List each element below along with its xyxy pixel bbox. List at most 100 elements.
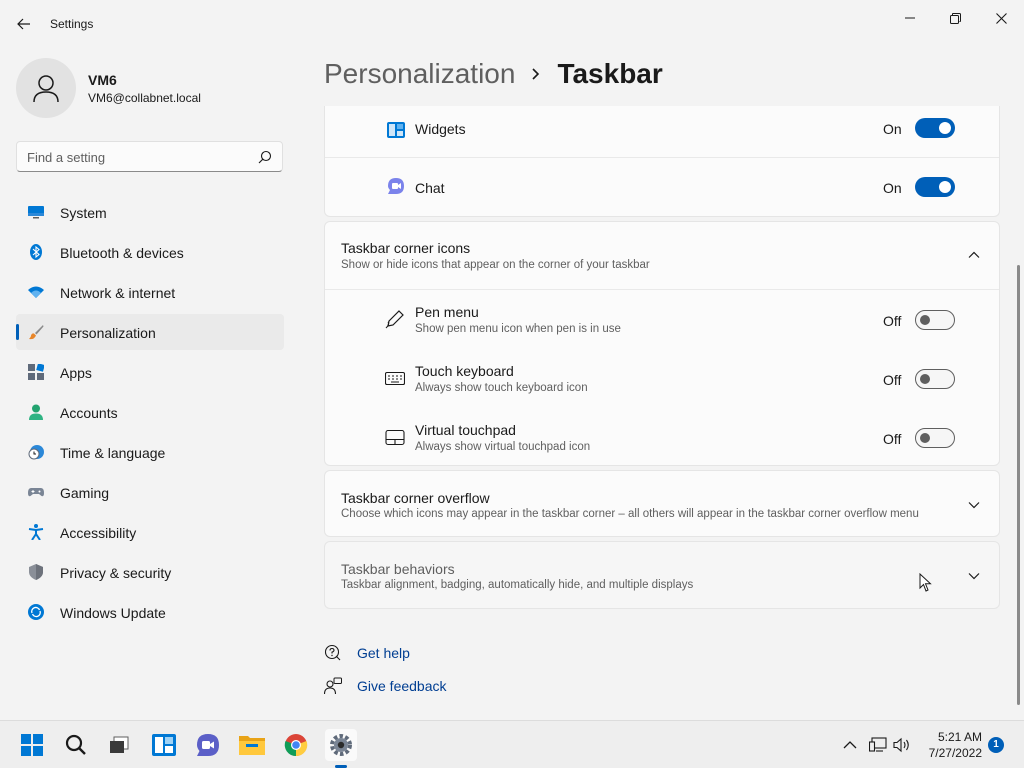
user-name: VM6: [88, 72, 117, 88]
gamepad-icon: [28, 488, 44, 497]
toggle-state-label: Off: [883, 313, 902, 329]
sidebar-item-time-language[interactable]: Time & language: [16, 434, 284, 470]
minimize-icon: [905, 17, 915, 19]
toggle-state-label: On: [883, 180, 902, 196]
window-title: Settings: [50, 17, 94, 31]
widgets-row: Widgets On: [325, 106, 999, 158]
toggle-state-label: On: [883, 121, 902, 137]
file-explorer-button[interactable]: [236, 729, 268, 761]
wifi-icon: [28, 286, 44, 298]
sidebar-item-accounts[interactable]: Accounts: [16, 394, 284, 430]
sidebar-item-system[interactable]: System: [16, 194, 284, 230]
taskbar-chat-button[interactable]: [192, 729, 224, 761]
feedback-icon: [324, 677, 342, 695]
sidebar-item-privacy[interactable]: Privacy & security: [16, 554, 284, 590]
breadcrumb-parent[interactable]: Personalization: [324, 58, 515, 90]
minimize-button[interactable]: [887, 4, 933, 32]
notification-badge[interactable]: 1: [988, 737, 1004, 753]
get-help-link[interactable]: Get help: [324, 642, 464, 664]
paintbrush-icon: [29, 325, 44, 340]
pen-menu-row: Pen menu Show pen menu icon when pen is …: [325, 290, 999, 349]
virtual-touchpad-toggle[interactable]: [915, 428, 955, 448]
chevron-down-icon[interactable]: [967, 569, 981, 583]
maximize-button[interactable]: [932, 4, 978, 32]
search-box[interactable]: [16, 141, 283, 172]
behaviors-card[interactable]: Taskbar behaviors Taskbar alignment, bad…: [324, 541, 1000, 609]
corner-overflow-card[interactable]: Taskbar corner overflow Choose which ico…: [324, 470, 1000, 537]
section-title: Taskbar corner icons: [341, 240, 471, 256]
sidebar-item-bluetooth[interactable]: Bluetooth & devices: [16, 234, 284, 270]
search-input[interactable]: [27, 148, 247, 166]
bluetooth-icon: [30, 244, 42, 260]
shield-icon: [29, 564, 43, 580]
sidebar-item-windows-update[interactable]: Windows Update: [16, 594, 284, 630]
sidebar-item-label: Personalization: [60, 325, 156, 341]
show-hidden-icons-button[interactable]: [840, 735, 860, 755]
clock-date: 7/27/2022: [928, 746, 982, 760]
chat-icon: [388, 178, 404, 194]
person-icon: [33, 75, 59, 103]
taskbar-search-button[interactable]: [60, 729, 92, 761]
page-title: Taskbar: [557, 58, 663, 89]
section-title: Taskbar behaviors: [341, 561, 455, 577]
chevron-down-icon[interactable]: [967, 498, 981, 512]
give-feedback-link[interactable]: Give feedback: [324, 675, 464, 697]
taskbar-items-card: Widgets On Chat On: [324, 106, 1000, 217]
chevron-up-icon[interactable]: [967, 248, 981, 262]
chevron-right-icon: [532, 68, 540, 80]
settings-icon: [330, 734, 352, 756]
sidebar-item-network[interactable]: Network & internet: [16, 274, 284, 310]
chat-icon: [197, 734, 219, 756]
taskbar-widgets-button[interactable]: [148, 729, 180, 761]
person-icon: [29, 404, 43, 420]
pen-menu-toggle[interactable]: [915, 310, 955, 330]
touch-keyboard-toggle[interactable]: [915, 369, 955, 389]
virtual-touchpad-row: Virtual touchpad Always show virtual tou…: [325, 408, 999, 467]
task-view-button[interactable]: [103, 729, 135, 761]
avatar: [16, 58, 76, 118]
sidebar-item-label: Apps: [60, 365, 92, 381]
network-icon: [869, 737, 887, 752]
corner-icons-card: Taskbar corner icons Show or hide icons …: [324, 221, 1000, 466]
link-text: Give feedback: [357, 678, 447, 694]
sidebar-item-label: System: [60, 205, 107, 221]
search-icon[interactable]: [258, 150, 272, 164]
sidebar-item-personalization[interactable]: Personalization: [16, 314, 284, 350]
pen-icon: [385, 310, 404, 329]
back-arrow-icon: [17, 18, 30, 30]
volume-tray-button[interactable]: [892, 735, 912, 755]
widgets-icon: [387, 122, 405, 138]
scrollbar[interactable]: [1017, 265, 1020, 705]
row-title: Virtual touchpad: [415, 422, 516, 438]
breadcrumb-separator: [531, 67, 541, 81]
close-button[interactable]: [978, 4, 1024, 32]
sidebar-item-accessibility[interactable]: Accessibility: [16, 514, 284, 550]
chat-toggle[interactable]: [915, 177, 955, 197]
row-subtitle: Always show touch keyboard icon: [415, 382, 588, 394]
row-title: Pen menu: [415, 304, 479, 320]
touchpad-icon: [385, 429, 405, 446]
touch-keyboard-row: Touch keyboard Always show touch keyboar…: [325, 349, 999, 408]
widgets-toggle[interactable]: [915, 118, 955, 138]
back-button[interactable]: [10, 12, 38, 36]
search-icon: [65, 734, 86, 755]
sidebar-item-label: Bluetooth & devices: [60, 245, 184, 261]
network-tray-button[interactable]: [868, 735, 888, 755]
chrome-button[interactable]: [280, 729, 312, 761]
breadcrumb: Personalization Taskbar: [324, 58, 663, 90]
toggle-state-label: Off: [883, 372, 902, 388]
accessibility-icon: [28, 524, 44, 540]
row-title: Widgets: [415, 121, 466, 137]
sidebar-item-apps[interactable]: Apps: [16, 354, 284, 390]
title-bar: Settings: [0, 0, 1024, 48]
toggle-state-label: Off: [883, 431, 902, 447]
row-subtitle: Always show virtual touchpad icon: [415, 441, 591, 453]
user-profile[interactable]: VM6 VM6@collabnet.local: [16, 58, 296, 118]
clock-time: 5:21 AM: [937, 730, 982, 744]
settings-app-button[interactable]: [325, 729, 357, 761]
update-icon: [28, 604, 44, 620]
mouse-cursor-icon: [919, 573, 932, 592]
corner-icons-header[interactable]: Taskbar corner icons Show or hide icons …: [325, 222, 999, 289]
start-button[interactable]: [16, 729, 48, 761]
sidebar-item-gaming[interactable]: Gaming: [16, 474, 284, 510]
